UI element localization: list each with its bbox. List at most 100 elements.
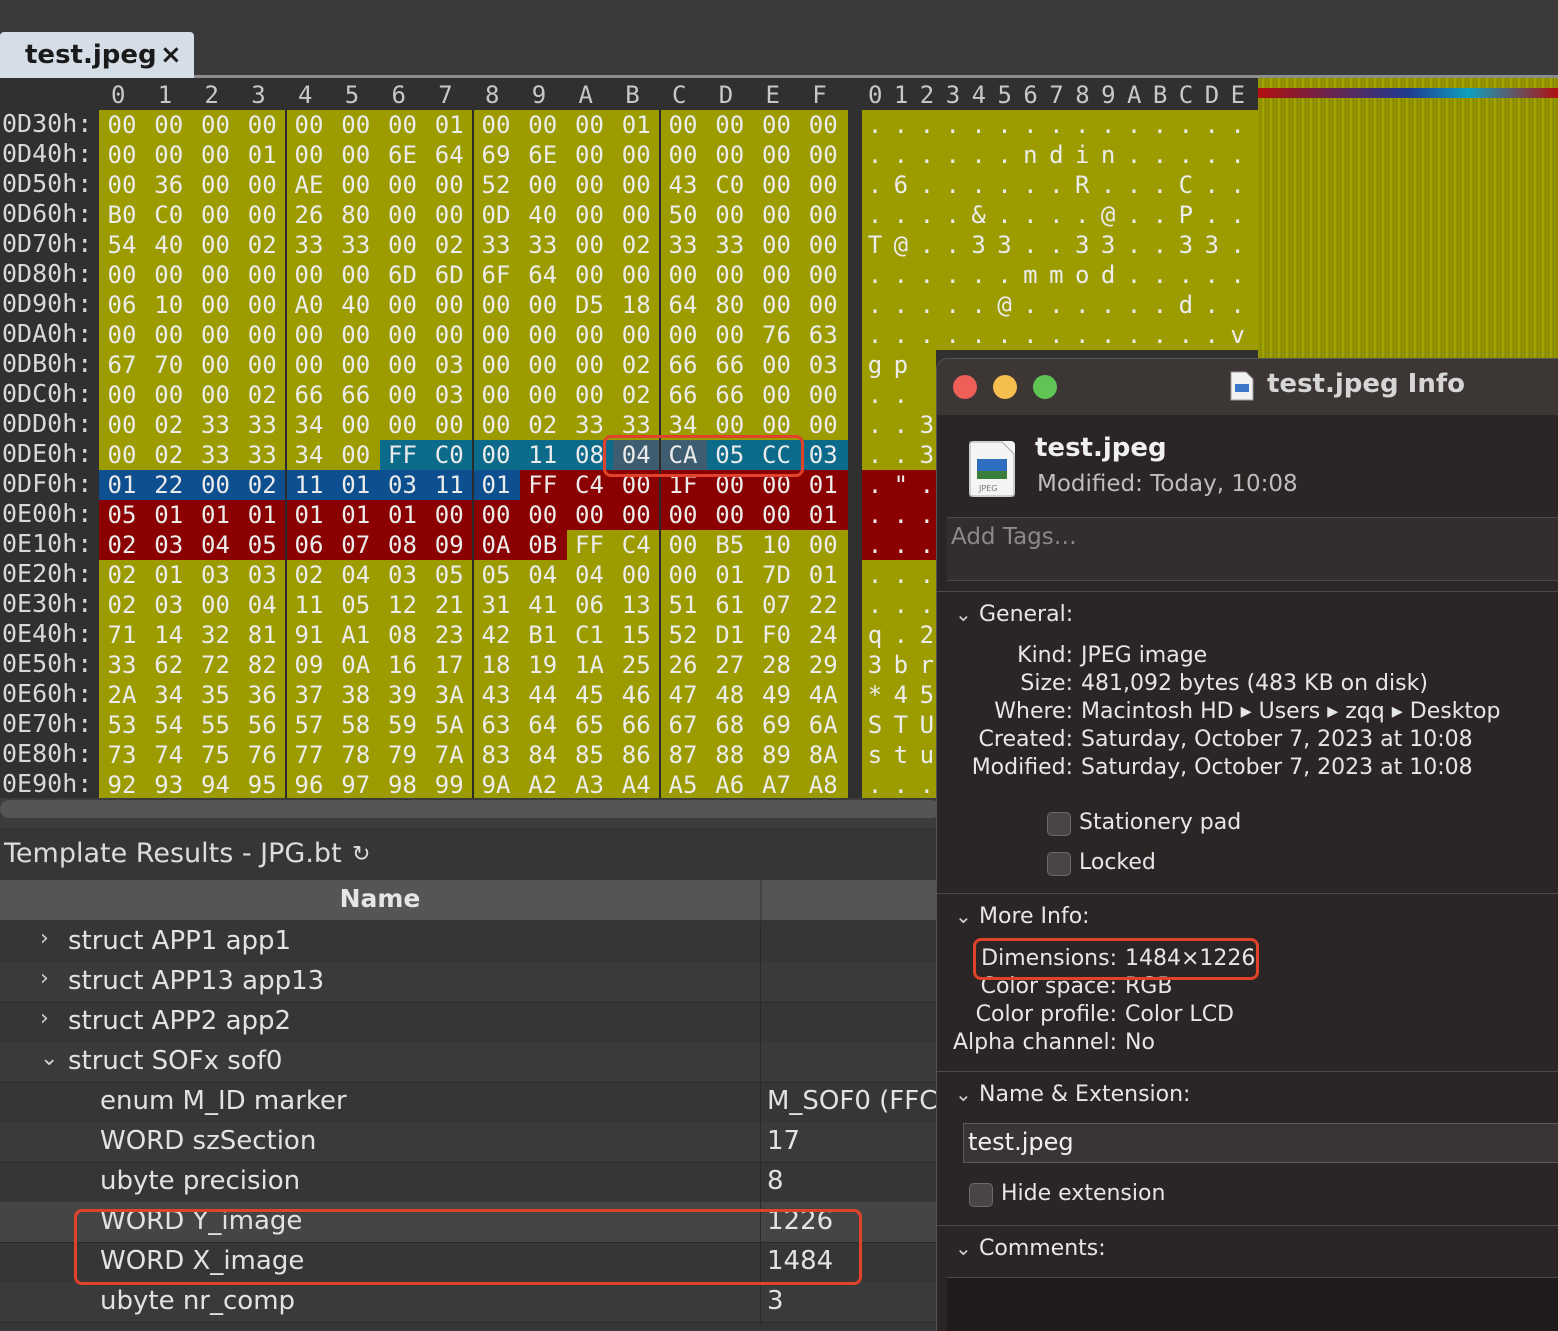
hex-byte[interactable]: 00 — [335, 411, 377, 439]
hex-byte[interactable]: 04 — [522, 561, 564, 589]
hex-byte[interactable]: F0 — [756, 621, 798, 649]
hex-byte[interactable]: 33 — [288, 231, 330, 259]
hex-byte[interactable]: 68 — [709, 711, 751, 739]
hex-byte[interactable]: 35 — [195, 681, 237, 709]
hex-byte[interactable]: 78 — [335, 741, 377, 769]
hex-byte[interactable]: 02 — [615, 381, 657, 409]
template-row[interactable]: › struct APP1 app1 — [0, 922, 940, 963]
chevron-right-icon[interactable]: › — [40, 1006, 49, 1031]
hex-byte[interactable]: 02 — [288, 561, 330, 589]
hex-byte[interactable]: 08 — [382, 621, 424, 649]
hex-byte[interactable]: 74 — [148, 741, 190, 769]
hex-byte[interactable]: 00 — [195, 111, 237, 139]
hex-byte[interactable]: 01 — [802, 501, 844, 529]
hex-byte[interactable]: 02 — [101, 591, 143, 619]
hex-byte[interactable]: 11 — [428, 471, 470, 499]
hex-byte[interactable]: 72 — [195, 651, 237, 679]
hex-byte[interactable]: 63 — [802, 321, 844, 349]
hex-byte[interactable]: 0A — [475, 531, 517, 559]
file-name-field[interactable]: test.jpeg — [963, 1123, 1558, 1163]
hex-byte[interactable]: 01 — [335, 501, 377, 529]
hex-byte[interactable]: 00 — [802, 261, 844, 289]
hex-byte[interactable]: 00 — [335, 111, 377, 139]
chevron-down-icon[interactable]: ⌄ — [955, 602, 972, 626]
hex-byte[interactable]: 00 — [802, 291, 844, 319]
template-row[interactable]: ubyte nr_comp 3 — [0, 1282, 940, 1323]
hex-byte[interactable]: 00 — [475, 381, 517, 409]
hex-byte[interactable]: 07 — [335, 531, 377, 559]
hex-byte[interactable]: 1A — [569, 651, 611, 679]
hex-byte[interactable]: 00 — [475, 291, 517, 319]
hex-byte[interactable]: 00 — [615, 141, 657, 169]
hex-byte[interactable]: 33 — [569, 411, 611, 439]
template-row[interactable]: › struct APP2 app2 — [0, 1002, 940, 1043]
hex-byte[interactable]: 31 — [475, 591, 517, 619]
hex-byte[interactable]: 38 — [335, 681, 377, 709]
hex-byte[interactable]: 95 — [241, 771, 283, 798]
hex-byte[interactable]: 03 — [148, 591, 190, 619]
hex-byte[interactable]: 00 — [475, 111, 517, 139]
hex-byte[interactable]: 00 — [756, 501, 798, 529]
stationery-checkbox[interactable] — [1047, 812, 1071, 836]
hex-byte[interactable]: 00 — [428, 411, 470, 439]
hex-byte[interactable]: 01 — [288, 501, 330, 529]
hex-byte[interactable]: 00 — [569, 201, 611, 229]
hex-byte[interactable]: 00 — [241, 321, 283, 349]
hex-byte[interactable]: 00 — [148, 111, 190, 139]
hex-byte[interactable]: 01 — [475, 471, 517, 499]
hex-byte[interactable]: 00 — [756, 201, 798, 229]
hex-byte[interactable]: 24 — [802, 621, 844, 649]
hex-byte[interactable]: 25 — [615, 651, 657, 679]
hex-byte[interactable]: 28 — [756, 651, 798, 679]
hex-byte[interactable]: 32 — [195, 621, 237, 649]
hex-byte[interactable]: 00 — [101, 321, 143, 349]
hex-byte[interactable]: C1 — [569, 621, 611, 649]
hex-byte[interactable]: 26 — [288, 201, 330, 229]
hex-byte[interactable]: 00 — [615, 171, 657, 199]
hex-byte[interactable]: 00 — [709, 141, 751, 169]
hex-byte[interactable]: 00 — [428, 201, 470, 229]
hex-byte[interactable]: 00 — [569, 501, 611, 529]
hex-byte[interactable]: 01 — [382, 501, 424, 529]
hex-byte[interactable]: 66 — [709, 351, 751, 379]
hex-byte[interactable]: 00 — [428, 501, 470, 529]
hex-byte[interactable]: 00 — [241, 201, 283, 229]
hex-byte[interactable]: 00 — [101, 381, 143, 409]
hex-byte[interactable]: 18 — [615, 291, 657, 319]
hex-byte[interactable]: A4 — [615, 771, 657, 798]
hex-byte[interactable]: A6 — [709, 771, 751, 798]
hex-byte[interactable]: 00 — [662, 561, 704, 589]
hex-byte[interactable]: 05 — [101, 501, 143, 529]
hex-byte[interactable]: 59 — [382, 711, 424, 739]
hex-byte[interactable]: 01 — [148, 501, 190, 529]
hex-byte[interactable]: 00 — [382, 111, 424, 139]
hex-byte[interactable]: 29 — [802, 651, 844, 679]
name-extension-header[interactable]: Name & Extension: — [979, 1082, 1190, 1107]
hex-byte[interactable]: 80 — [335, 201, 377, 229]
hex-byte[interactable]: 4A — [802, 681, 844, 709]
hex-byte[interactable]: 43 — [475, 681, 517, 709]
hex-byte[interactable]: 00 — [195, 321, 237, 349]
hex-byte[interactable]: 00 — [756, 231, 798, 259]
hex-byte[interactable]: 04 — [335, 561, 377, 589]
hex-byte[interactable]: 00 — [148, 321, 190, 349]
hex-byte[interactable]: 92 — [101, 771, 143, 798]
chevron-down-icon[interactable]: ⌄ — [40, 1046, 58, 1071]
hex-byte[interactable]: 00 — [335, 141, 377, 169]
hex-byte[interactable]: 04 — [569, 561, 611, 589]
hex-byte[interactable]: 04 — [241, 591, 283, 619]
hex-byte[interactable]: 04 — [195, 531, 237, 559]
hex-byte[interactable]: 00 — [709, 111, 751, 139]
hex-byte[interactable]: 00 — [288, 351, 330, 379]
hex-byte[interactable]: 05 — [335, 591, 377, 619]
hex-byte[interactable]: C4 — [615, 531, 657, 559]
hex-byte[interactable]: 00 — [101, 441, 143, 469]
hex-byte[interactable]: 01 — [195, 501, 237, 529]
hex-byte[interactable]: 02 — [241, 381, 283, 409]
more-info-header[interactable]: More Info: — [979, 904, 1090, 929]
hex-byte[interactable]: 00 — [195, 591, 237, 619]
hex-byte[interactable]: 64 — [662, 291, 704, 319]
hex-byte[interactable]: 00 — [428, 291, 470, 319]
hex-byte[interactable]: 01 — [428, 111, 470, 139]
hex-byte[interactable]: 00 — [335, 321, 377, 349]
